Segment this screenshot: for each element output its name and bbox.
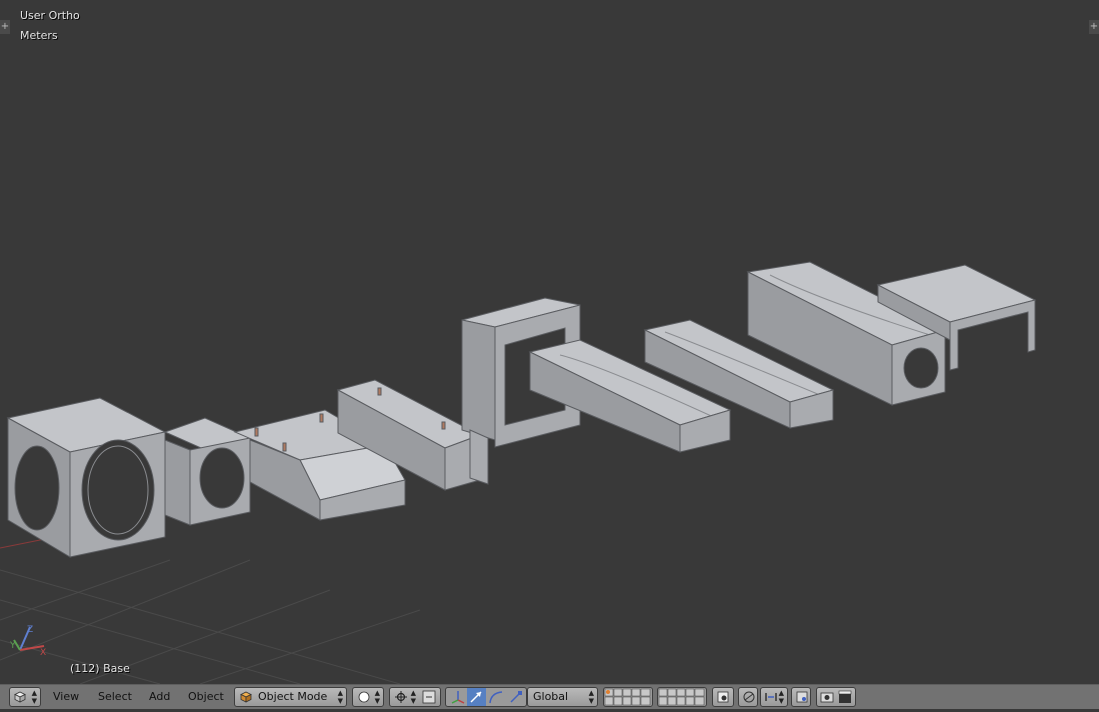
- solid-sphere-icon: [358, 691, 370, 703]
- svg-text:Z: Z: [27, 625, 33, 635]
- axis-gizmo: Z Y X: [9, 625, 46, 658]
- render-buttons: [816, 687, 856, 707]
- layer-buttons-right[interactable]: [657, 687, 707, 707]
- menu-object[interactable]: Object: [188, 690, 224, 704]
- view-name: User Ortho: [20, 9, 80, 22]
- proportional-editing-button[interactable]: [738, 687, 758, 707]
- rotate-manipulator-icon[interactable]: [488, 690, 504, 704]
- camera-render-icon[interactable]: [820, 690, 834, 704]
- layer-buttons-left[interactable]: [603, 687, 653, 707]
- layers-grid-icon: [658, 688, 705, 706]
- mode-label: Object Mode: [258, 690, 328, 703]
- chevron-updown-icon: ▲ ▼: [337, 689, 343, 705]
- menu-select[interactable]: Select: [98, 690, 132, 704]
- region-expand-right-icon[interactable]: +: [1089, 20, 1099, 34]
- manipulator-icon[interactable]: [450, 690, 466, 704]
- clapperboard-icon[interactable]: [838, 690, 852, 704]
- menu-add[interactable]: Add: [149, 690, 170, 704]
- menu-view[interactable]: View: [53, 690, 79, 704]
- chevron-updown-icon: ▲ ▼: [374, 689, 380, 705]
- viewport-header: ▲ ▼ View Select Add Object Object Mode ▲ ▼…: [0, 684, 1099, 709]
- layers-grid-icon: [604, 688, 651, 706]
- lock-camera-icon: [717, 691, 729, 703]
- scale-manipulator-icon[interactable]: [508, 690, 524, 704]
- viewport-shading-button[interactable]: ▲ ▼: [352, 687, 384, 707]
- chevron-updown-icon: ▲ ▼: [778, 689, 784, 705]
- snap-options-icon[interactable]: [422, 690, 436, 704]
- cube-icon: [14, 691, 26, 703]
- chevron-updown-icon: ▲ ▼: [588, 689, 594, 705]
- pivot-point-icon: [395, 691, 407, 703]
- snap-increment-icon: [765, 693, 777, 701]
- snap-element-button[interactable]: ▲ ▼: [760, 687, 788, 707]
- svg-text:X: X: [40, 648, 46, 658]
- translate-manipulator-button[interactable]: [467, 688, 486, 706]
- region-expand-left-icon[interactable]: +: [0, 20, 10, 34]
- mode-select[interactable]: Object Mode ▲ ▼: [234, 687, 347, 707]
- scene-canvas[interactable]: Z Y X: [0, 0, 1099, 684]
- mesh-cube-frame-large[interactable]: [6, 397, 167, 558]
- editor-type-button[interactable]: ▲ ▼: [9, 687, 41, 707]
- transform-orientation-select[interactable]: Global ▲ ▼: [527, 687, 598, 707]
- orientation-label: Global: [533, 690, 569, 703]
- units-label: Meters: [20, 29, 58, 42]
- proportional-edit-icon: [743, 691, 755, 703]
- chevron-updown-icon: ▲ ▼: [31, 689, 37, 705]
- object-mode-icon: [240, 691, 252, 703]
- 3d-viewport[interactable]: Z Y X User Ortho Meters (112) Base + +: [0, 0, 1099, 684]
- manipulator-group: [445, 687, 527, 707]
- lock-layers-button[interactable]: [712, 687, 734, 707]
- snap-target-button[interactable]: [791, 687, 811, 707]
- snap-target-icon: [796, 691, 808, 703]
- svg-text:Y: Y: [9, 641, 16, 651]
- pivot-point-button[interactable]: ▲ ▼: [389, 687, 441, 707]
- arrow-icon: [470, 691, 482, 703]
- chevron-updown-icon: ▲ ▼: [410, 689, 416, 705]
- floor-grid: [0, 559, 421, 684]
- object-info: (112) Base: [70, 662, 130, 675]
- mesh-cube-frame-small[interactable]: [163, 417, 252, 526]
